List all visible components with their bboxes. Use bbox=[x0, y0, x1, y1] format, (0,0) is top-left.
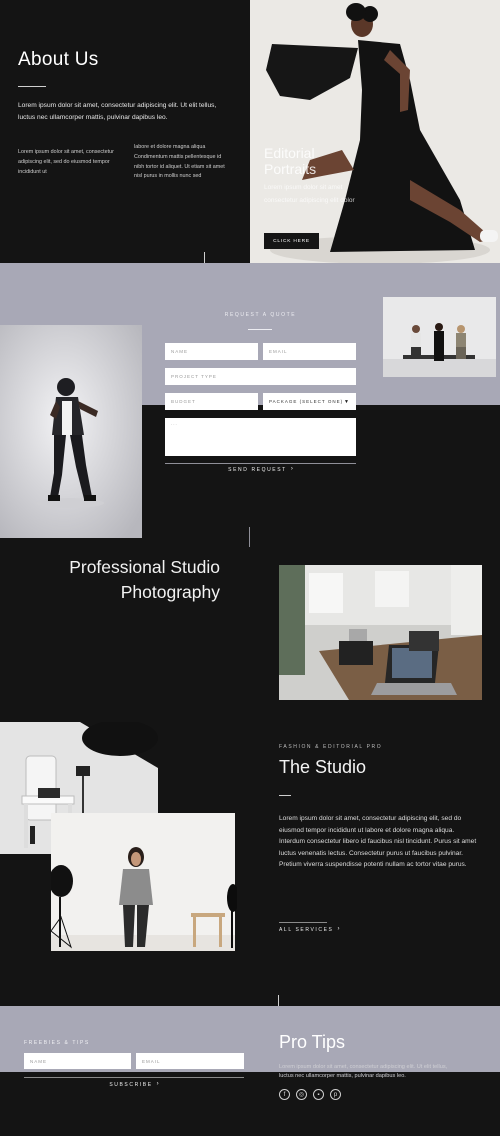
hero-title-line1: Editorial bbox=[264, 145, 315, 161]
pinterest-icon[interactable]: p bbox=[330, 1089, 341, 1100]
studio-title: The Studio bbox=[279, 757, 367, 777]
studio-eyebrow: FASHION & EDITORIAL PRO bbox=[279, 744, 383, 750]
quote-send-label: SEND REQUEST bbox=[228, 467, 287, 473]
about-col-right: labore et dolore magna aliqua Condimentu… bbox=[134, 144, 225, 180]
pro-tips-text: Lorem ipsum dolor sit amet, consectetur … bbox=[279, 1064, 448, 1080]
professional-title-line2: Photography bbox=[120, 582, 220, 602]
subscribe-button[interactable]: SUBSCRIBE › bbox=[24, 1081, 244, 1088]
caret-down-icon: ▼ bbox=[344, 398, 350, 405]
chevron-right-icon: › bbox=[290, 466, 293, 472]
hero-text: Lorem ipsum dolor sit amet consectetur a… bbox=[264, 184, 355, 204]
freebies-name-input[interactable]: NAME bbox=[24, 1053, 131, 1069]
pro-tips-title: Pro Tips bbox=[279, 1032, 346, 1052]
dancer-photo bbox=[0, 325, 142, 538]
portrait-woman-photo bbox=[51, 813, 235, 951]
facebook-icon[interactable]: f bbox=[279, 1089, 290, 1100]
freebies-email-input[interactable]: EMAIL bbox=[136, 1053, 244, 1069]
studio-body: Lorem ipsum dolor sit amet, consectetur … bbox=[279, 815, 477, 868]
chevron-right-icon: › bbox=[337, 926, 340, 932]
professional-title: Professional Studio Photography bbox=[40, 555, 220, 605]
quote-name-input[interactable]: NAME bbox=[165, 343, 258, 360]
lighting-stand-silhouette bbox=[225, 878, 237, 948]
instagram-icon[interactable]: ◎ bbox=[296, 1089, 307, 1100]
quote-project-input[interactable]: PROJECT TYPE bbox=[165, 368, 356, 385]
about-col-left: Lorem ipsum dolor sit amet, consectetur … bbox=[18, 149, 114, 175]
quote-heading-divider bbox=[248, 329, 272, 330]
quote-heading: REQUEST A QUOTE bbox=[224, 312, 297, 318]
quote-package-select[interactable]: PACKAGE (SELECT ONE) ▼ bbox=[263, 393, 356, 410]
freebies-divider bbox=[24, 1077, 244, 1078]
chevron-right-icon: › bbox=[156, 1081, 159, 1087]
quote-package-select-value: PACKAGE (SELECT ONE) bbox=[269, 399, 344, 404]
studio-link-divider bbox=[279, 922, 327, 923]
group-photo bbox=[383, 297, 496, 377]
all-services-link[interactable]: ALL SERVICES › bbox=[279, 926, 340, 933]
hero-title: Editorial Portraits bbox=[264, 145, 316, 177]
quote-message-textarea[interactable]: ... bbox=[165, 418, 356, 456]
hero-button[interactable]: CLICK HERE bbox=[264, 233, 319, 249]
all-services-label: ALL SERVICES bbox=[279, 927, 334, 933]
about-title-divider bbox=[18, 86, 46, 87]
subscribe-label: SUBSCRIBE bbox=[109, 1082, 153, 1088]
freebies-eyebrow: FREEBIES & TIPS bbox=[24, 1040, 90, 1046]
quote-budget-input[interactable]: BUDGET bbox=[165, 393, 258, 410]
quote-send-button[interactable]: SEND REQUEST › bbox=[165, 466, 356, 473]
hero-title-line2: Portraits bbox=[264, 161, 317, 177]
section-connector-line-2 bbox=[249, 527, 250, 547]
quote-email-input[interactable]: EMAIL bbox=[263, 343, 356, 360]
youtube-icon[interactable]: ▪ bbox=[313, 1089, 324, 1100]
about-title: About Us bbox=[18, 49, 99, 70]
professional-title-line1: Professional Studio bbox=[69, 557, 220, 577]
studio-workspace-photo bbox=[279, 565, 482, 700]
hero-photo bbox=[250, 0, 500, 263]
about-intro: Lorem ipsum dolor sit amet, consectetur … bbox=[18, 102, 217, 121]
quote-send-divider bbox=[165, 463, 356, 464]
about-section: About Us Lorem ipsum dolor sit amet, con… bbox=[0, 0, 500, 263]
studio-title-divider bbox=[279, 795, 291, 796]
